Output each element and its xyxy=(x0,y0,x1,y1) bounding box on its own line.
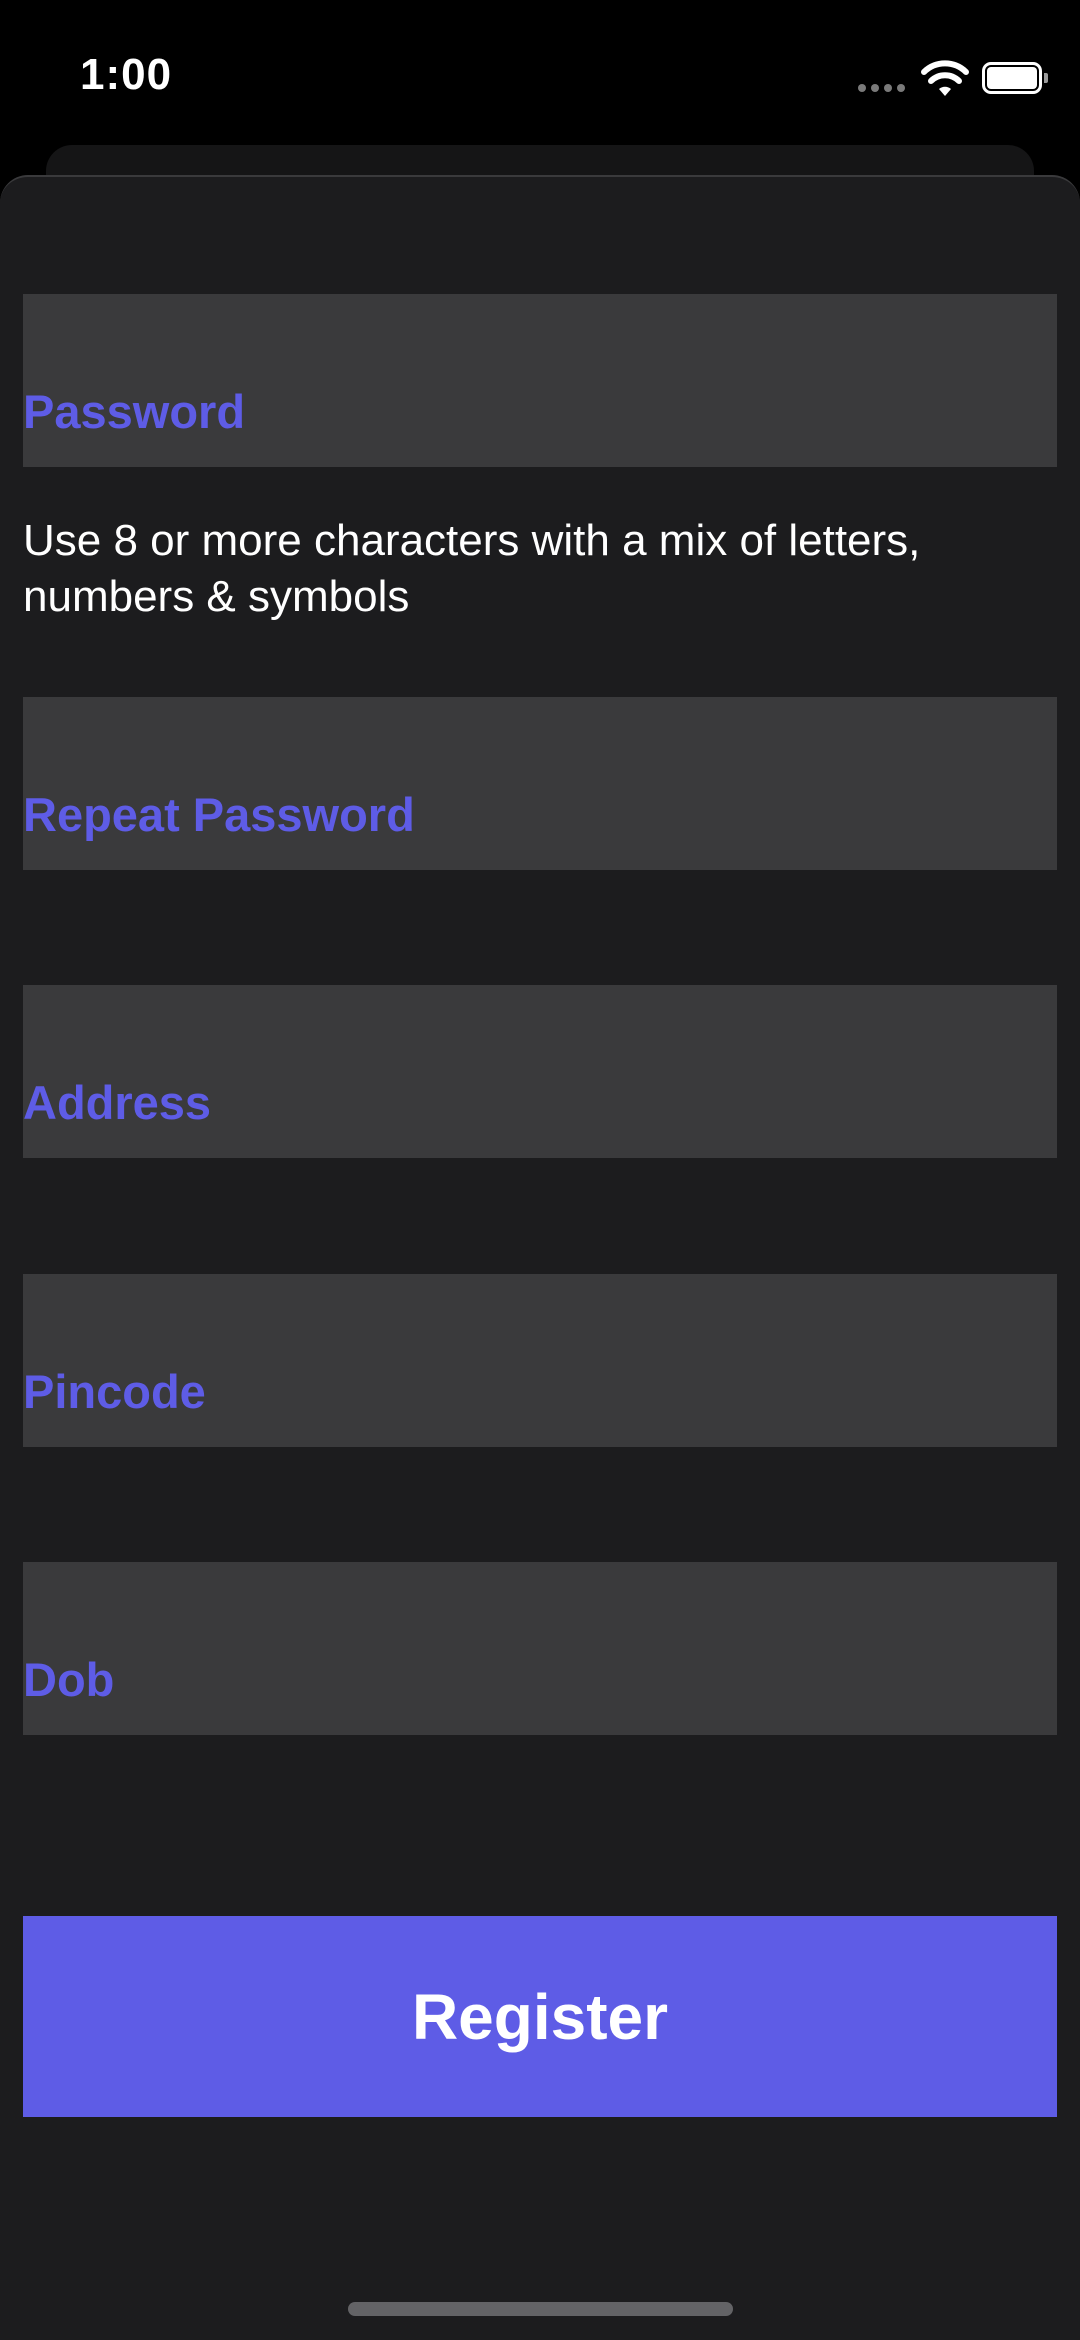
status-time: 1:00 xyxy=(80,50,173,99)
dob-label: Dob xyxy=(23,1653,115,1706)
pincode-field[interactable]: Pincode xyxy=(23,1274,1057,1447)
dob-field[interactable]: Dob xyxy=(23,1562,1057,1735)
pincode-label: Pincode xyxy=(23,1365,206,1418)
wifi-icon xyxy=(921,60,969,96)
password-label: Password xyxy=(23,385,246,438)
address-field[interactable]: Address xyxy=(23,985,1057,1158)
home-indicator[interactable] xyxy=(348,2302,733,2316)
password-hint: Use 8 or more characters with a mix of l… xyxy=(23,516,921,621)
register-button[interactable]: Register xyxy=(23,1916,1057,2117)
address-label: Address xyxy=(23,1076,212,1129)
status-bar: 1:00 xyxy=(0,0,1080,150)
battery-icon xyxy=(982,62,1048,94)
repeat-password-field[interactable]: Repeat Password xyxy=(23,697,1057,870)
password-field[interactable]: Password xyxy=(23,294,1057,467)
screen: 1:00 Password Use 8 or more characters w… xyxy=(0,0,1080,2340)
repeat-password-label: Repeat Password xyxy=(23,788,415,841)
cellular-signal-icon xyxy=(858,84,908,92)
